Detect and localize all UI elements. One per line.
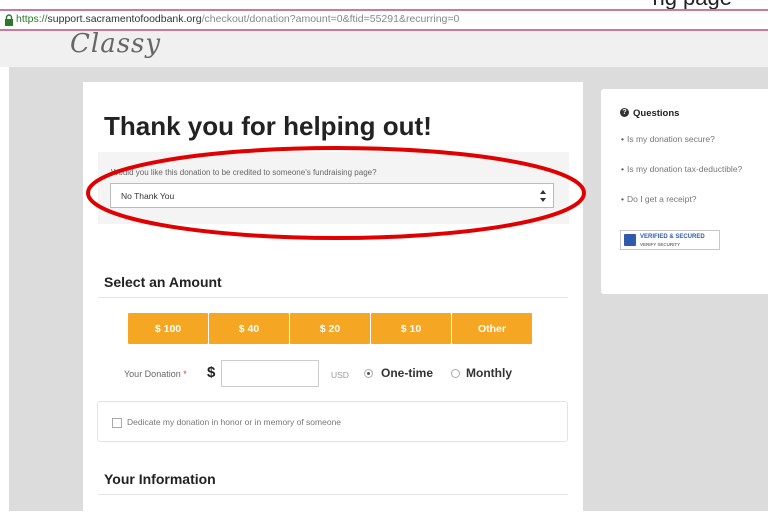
question-icon: ?	[620, 108, 629, 117]
select-arrows-icon	[540, 190, 546, 202]
amount-button-40[interactable]: $ 40	[209, 313, 289, 344]
your-information-heading: Your Information	[104, 471, 216, 487]
questions-title: Questions	[633, 108, 680, 119]
donation-label-text: Your Donation	[124, 369, 181, 379]
amount-button-20[interactable]: $ 20	[290, 313, 370, 344]
page-title: Thank you for helping out!	[104, 111, 432, 141]
url-text[interactable]: https://support.sacramentofoodbank.org/c…	[16, 13, 459, 25]
badge-line-2: VERIFY SECURITY	[640, 242, 681, 247]
amount-divider	[98, 297, 568, 298]
url-path: /checkout/donation?amount=0&ftid=55291&r…	[201, 13, 460, 25]
link-receipt[interactable]: Do I get a receipt?	[621, 194, 696, 204]
donation-amount-input[interactable]	[221, 360, 319, 387]
left-edge	[0, 67, 9, 511]
questions-card	[601, 89, 768, 294]
monthly-radio[interactable]	[451, 369, 460, 378]
dedicate-label[interactable]: Dedicate my donation in honor or in memo…	[127, 417, 341, 427]
url-scheme: https://	[16, 13, 48, 25]
required-mark: *	[183, 369, 187, 379]
badge-text: VERIFIED & SECURED VERIFY SECURITY	[640, 234, 705, 248]
select-amount-heading: Select an Amount	[104, 274, 222, 290]
amount-button-10[interactable]: $ 10	[371, 313, 451, 344]
information-divider	[98, 494, 568, 495]
donation-label: Your Donation *	[124, 369, 187, 379]
dedicate-checkbox[interactable]	[112, 418, 122, 428]
link-donation-secure[interactable]: Is my donation secure?	[621, 134, 715, 144]
url-host: support.sacramentofoodbank.org	[47, 13, 202, 25]
currency-label: USD	[331, 370, 349, 380]
amount-button-100[interactable]: $ 100	[128, 313, 208, 344]
verified-secured-badge[interactable]: VERIFIED & SECURED VERIFY SECURITY	[620, 230, 720, 250]
monthly-label[interactable]: Monthly	[466, 366, 512, 380]
fundraising-page-select[interactable]: No Thank You	[110, 183, 554, 208]
address-bar[interactable]: https://support.sacramentofoodbank.org/c…	[0, 9, 768, 31]
link-tax-deductible[interactable]: Is my donation tax-deductible?	[621, 164, 742, 174]
currency-symbol: $	[207, 364, 216, 381]
fundraising-select-value: No Thank You	[121, 191, 175, 201]
amount-button-other[interactable]: Other	[452, 313, 532, 344]
dedicate-option: Dedicate my donation in honor or in memo…	[97, 401, 568, 442]
one-time-label[interactable]: One-time	[381, 366, 433, 380]
lock-icon	[5, 14, 13, 26]
badge-line-1: VERIFIED & SECURED	[640, 234, 705, 240]
classy-logo[interactable]: Classy	[70, 29, 161, 59]
fundraising-label: Would you like this donation to be credi…	[111, 168, 377, 177]
donation-form-card	[83, 82, 583, 522]
one-time-radio[interactable]	[364, 369, 373, 378]
shield-icon	[624, 234, 636, 246]
site-header: Classy	[0, 29, 768, 68]
